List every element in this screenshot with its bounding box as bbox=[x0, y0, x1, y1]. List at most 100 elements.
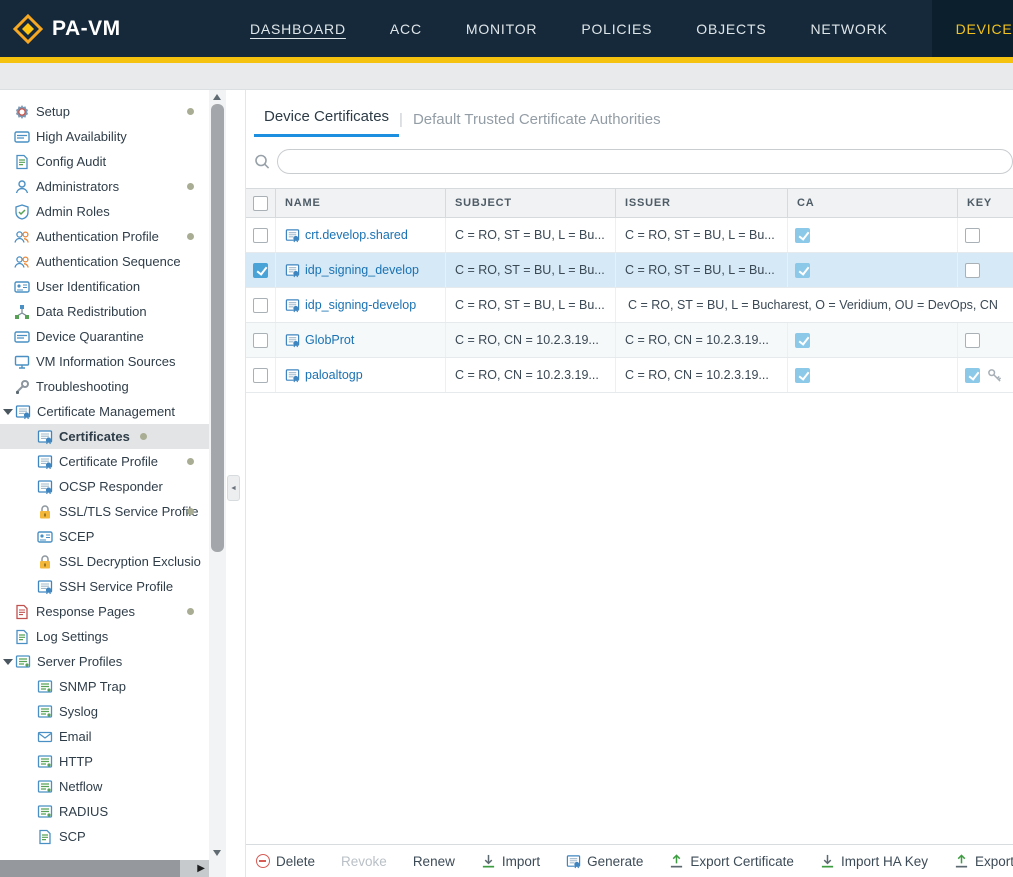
import-button[interactable]: Import bbox=[481, 854, 540, 869]
key-checkbox[interactable] bbox=[965, 333, 980, 348]
subject-text: C = RO, CN = 10.2.3.19... bbox=[455, 333, 599, 347]
scroll-right-arrow-icon[interactable]: ▶ bbox=[197, 860, 205, 877]
sidebar-item-netflow[interactable]: Netflow bbox=[0, 774, 209, 799]
table-row[interactable]: idp_signing-develop C = RO, ST = BU, L =… bbox=[246, 288, 1013, 323]
sidebar-item-label: Data Redistribution bbox=[36, 304, 147, 319]
scroll-up-arrow-icon[interactable] bbox=[213, 94, 221, 100]
sidebar-item-server-profiles[interactable]: Server Profiles bbox=[0, 649, 209, 674]
sidebar-item-certificate-management[interactable]: Certificate Management bbox=[0, 399, 209, 424]
column-header-key[interactable]: KEY bbox=[958, 189, 1013, 217]
sidebar-item-response-pages[interactable]: Response Pages bbox=[0, 599, 209, 624]
select-all-checkbox[interactable] bbox=[253, 196, 268, 211]
certificate-name-link[interactable]: idp_signing-develop bbox=[305, 298, 416, 312]
sidebar-item-administrators[interactable]: Administrators bbox=[0, 174, 209, 199]
column-header-subject[interactable]: SUBJECT bbox=[446, 189, 616, 217]
export-certificate-button[interactable]: Export Certificate bbox=[669, 854, 794, 869]
sidebar-item-user-identification[interactable]: User Identification bbox=[0, 274, 209, 299]
nav-device[interactable]: DEVICE bbox=[932, 0, 1013, 57]
sidebar-item-radius[interactable]: RADIUS bbox=[0, 799, 209, 824]
import-ha-key-button[interactable]: Import HA Key bbox=[820, 854, 928, 869]
row-checkbox[interactable] bbox=[253, 263, 268, 278]
sidebar-item-config-audit[interactable]: Config Audit bbox=[0, 149, 209, 174]
row-checkbox[interactable] bbox=[253, 368, 268, 383]
row-checkbox[interactable] bbox=[253, 298, 268, 313]
renew-button[interactable]: Renew bbox=[413, 854, 455, 869]
sidebar-collapse-handle[interactable]: ◄ bbox=[227, 475, 240, 501]
ca-checkbox[interactable] bbox=[795, 263, 810, 278]
table-row[interactable]: idp_signing_develop C = RO, ST = BU, L =… bbox=[246, 253, 1013, 288]
ca-checkbox[interactable] bbox=[795, 228, 810, 243]
column-header-name[interactable]: NAME bbox=[276, 189, 446, 217]
certificate-name-link[interactable]: GlobProt bbox=[305, 333, 354, 347]
sidebar-item-setup[interactable]: Setup bbox=[0, 99, 209, 124]
sidebar-item-data-redistribution[interactable]: Data Redistribution bbox=[0, 299, 209, 324]
certificate-name-link[interactable]: idp_signing_develop bbox=[305, 263, 419, 277]
sidebar-item-authentication-profile[interactable]: Authentication Profile bbox=[0, 224, 209, 249]
nav-dashboard[interactable]: DASHBOARD bbox=[250, 21, 346, 37]
sidebar-item-device-quarantine[interactable]: Device Quarantine bbox=[0, 324, 209, 349]
generate-button[interactable]: Generate bbox=[566, 854, 643, 869]
sidebar-item-troubleshooting[interactable]: Troubleshooting bbox=[0, 374, 209, 399]
sidebar-item-authentication-sequence[interactable]: Authentication Sequence bbox=[0, 249, 209, 274]
sidebar-item-scp[interactable]: SCP bbox=[0, 824, 209, 849]
sidebar-item-label: OCSP Responder bbox=[59, 479, 163, 494]
ca-checkbox[interactable] bbox=[795, 368, 810, 383]
sidebar-item-label: Response Pages bbox=[36, 604, 135, 619]
sidebar-item-certificates[interactable]: Certificates bbox=[0, 424, 209, 449]
revoke-button[interactable]: Revoke bbox=[341, 854, 387, 869]
search-input[interactable] bbox=[277, 149, 1013, 174]
sidebar-item-http[interactable]: HTTP bbox=[0, 749, 209, 774]
row-checkbox[interactable] bbox=[253, 228, 268, 243]
ha-card-icon bbox=[14, 129, 30, 145]
nav-objects[interactable]: OBJECTS bbox=[696, 21, 766, 37]
export-label: Export bbox=[975, 854, 1013, 869]
sidebar-horizontal-scrollbar[interactable]: ▶ bbox=[0, 860, 209, 877]
sidebar-item-email[interactable]: Email bbox=[0, 724, 209, 749]
sidebar-vertical-scrollbar[interactable] bbox=[209, 90, 226, 860]
certificate-name-link[interactable]: crt.develop.shared bbox=[305, 228, 408, 242]
sidebar-item-scep[interactable]: SCEP bbox=[0, 524, 209, 549]
column-header-issuer[interactable]: ISSUER bbox=[616, 189, 788, 217]
delete-button[interactable]: Delete bbox=[256, 854, 315, 869]
sidebar-item-ocsp-responder[interactable]: OCSP Responder bbox=[0, 474, 209, 499]
sidebar-item-label: SCP bbox=[59, 829, 86, 844]
table-row[interactable]: GlobProt C = RO, CN = 10.2.3.19... C = R… bbox=[246, 323, 1013, 358]
tab-device-certificates[interactable]: Device Certificates bbox=[254, 108, 399, 137]
sidebar-item-ssl-decryption-exclusion[interactable]: SSL Decryption Exclusio bbox=[0, 549, 209, 574]
certificate-icon bbox=[285, 228, 300, 243]
chevron-expanded-icon[interactable] bbox=[3, 659, 13, 665]
sidebar-item-ssl-tls-service-profile[interactable]: SSL/TLS Service Profile bbox=[0, 499, 209, 524]
scroll-down-arrow-icon[interactable] bbox=[213, 850, 221, 856]
ca-checkbox[interactable] bbox=[795, 333, 810, 348]
sidebar-item-admin-roles[interactable]: Admin Roles bbox=[0, 199, 209, 224]
row-checkbox[interactable] bbox=[253, 333, 268, 348]
sidebar-item-log-settings[interactable]: Log Settings bbox=[0, 624, 209, 649]
tab-default-trusted-certificate-authorities[interactable]: Default Trusted Certificate Authorities bbox=[403, 111, 671, 137]
sidebar-item-vm-information-sources[interactable]: VM Information Sources bbox=[0, 349, 209, 374]
sidebar-item-snmp-trap[interactable]: SNMP Trap bbox=[0, 674, 209, 699]
vertical-scrollbar-thumb[interactable] bbox=[211, 104, 224, 552]
table-row[interactable]: paloaltogp C = RO, CN = 10.2.3.19... C =… bbox=[246, 358, 1013, 393]
key-export-icon[interactable] bbox=[987, 368, 1002, 383]
issuer-text: C = RO, ST = BU, L = Bu... bbox=[625, 228, 775, 242]
key-checkbox[interactable] bbox=[965, 228, 980, 243]
sidebar-item-high-availability[interactable]: High Availability bbox=[0, 124, 209, 149]
nav-acc[interactable]: ACC bbox=[390, 21, 422, 37]
sidebar-item-certificate-profile[interactable]: Certificate Profile bbox=[0, 449, 209, 474]
key-checkbox[interactable] bbox=[965, 368, 980, 383]
sidebar-item-syslog[interactable]: Syslog bbox=[0, 699, 209, 724]
issuer-text: C = RO, CN = 10.2.3.19... bbox=[625, 333, 769, 347]
sidebar-item-ssh-service-profile[interactable]: SSH Service Profile bbox=[0, 574, 209, 599]
certificate-name-link[interactable]: paloaltogp bbox=[305, 368, 363, 382]
horizontal-scrollbar-thumb[interactable] bbox=[0, 860, 180, 877]
document-icon bbox=[37, 829, 53, 845]
lock-icon bbox=[37, 554, 53, 570]
chevron-expanded-icon[interactable] bbox=[3, 409, 13, 415]
table-row[interactable]: crt.develop.shared C = RO, ST = BU, L = … bbox=[246, 218, 1013, 253]
nav-monitor[interactable]: MONITOR bbox=[466, 21, 537, 37]
export-ha-key-button[interactable]: Export bbox=[954, 854, 1013, 869]
key-checkbox[interactable] bbox=[965, 263, 980, 278]
nav-policies[interactable]: POLICIES bbox=[581, 21, 652, 37]
column-header-ca[interactable]: CA bbox=[788, 189, 958, 217]
nav-network[interactable]: NETWORK bbox=[810, 21, 887, 37]
